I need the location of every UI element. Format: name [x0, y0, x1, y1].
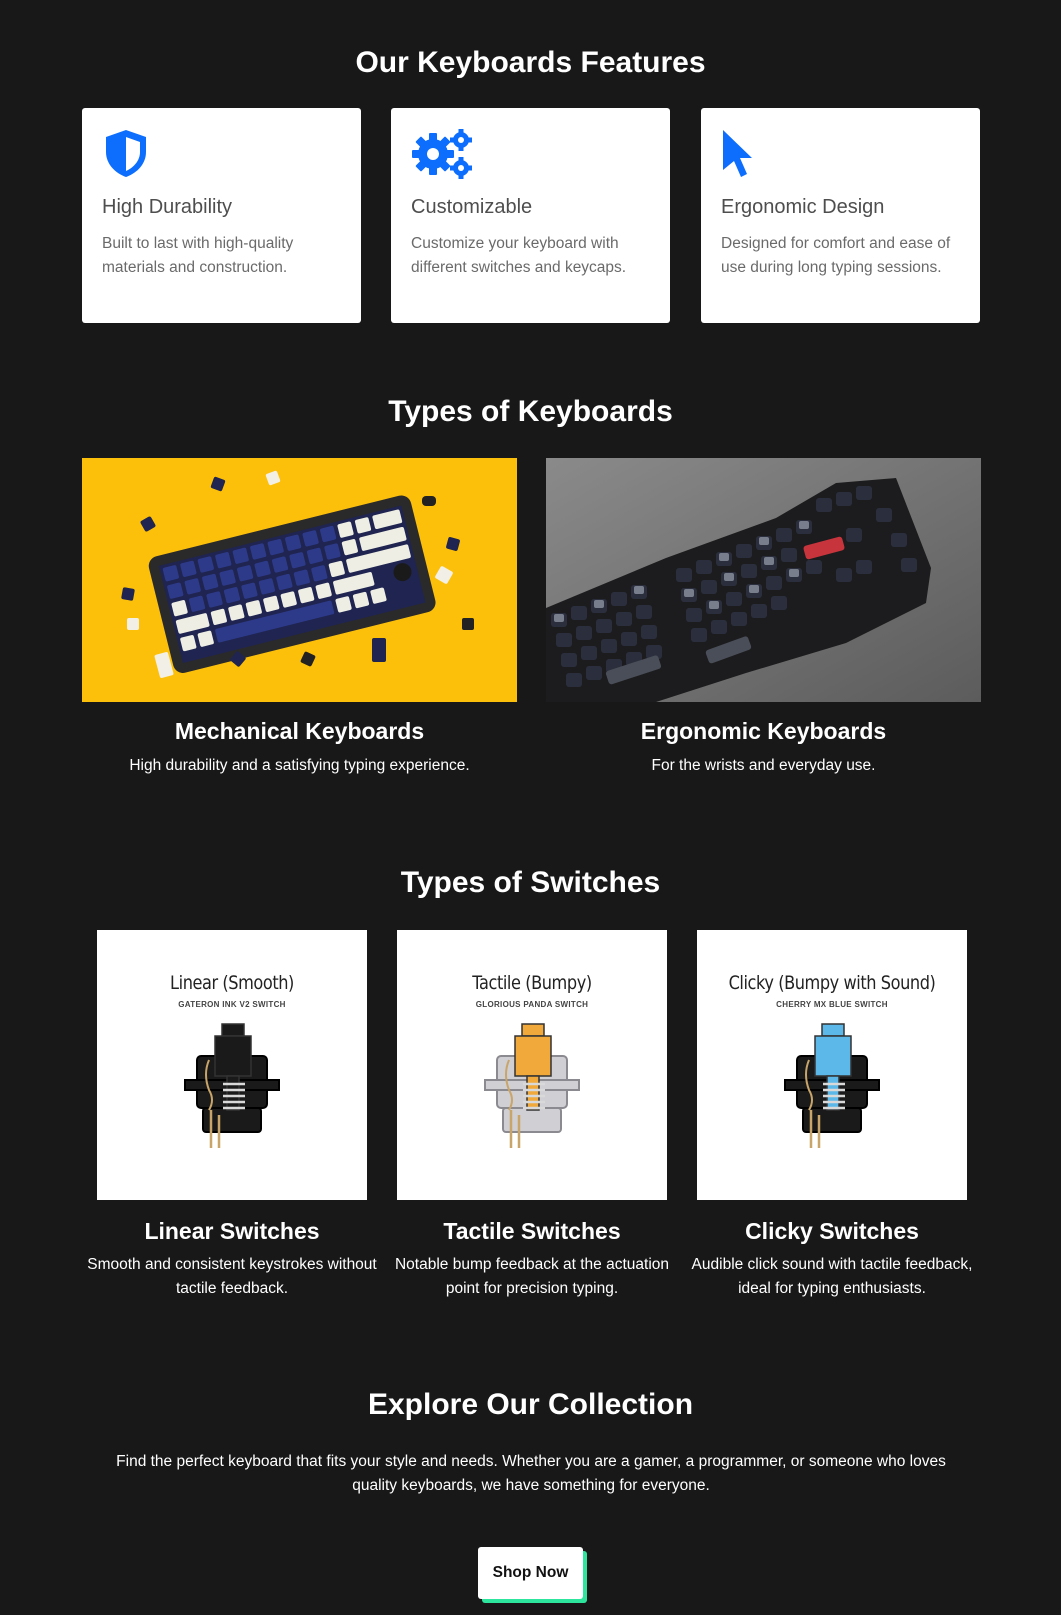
switch-card-tactile: Tactile (Bumpy) GLORIOUS PANDA SWITCH Ta… — [382, 930, 682, 1301]
keyboard-card-ergonomic: Ergonomic Keyboards For the wrists and e… — [546, 458, 981, 777]
keyboard-card-mechanical: Mechanical Keyboards High durability and… — [82, 458, 517, 777]
switch-image-title: Tactile (Bumpy) — [472, 972, 592, 994]
shop-now-button[interactable]: Shop Now — [478, 1547, 583, 1599]
linear-switch-image: Linear (Smooth) GATERON INK V2 SWITCH — [97, 930, 367, 1200]
switch-image-subtitle: CHERRY MX BLUE SWITCH — [776, 1000, 888, 1009]
switch-title: Linear Switches — [144, 1218, 320, 1244]
feature-card-customizable: Customizable Customize your keyboard wit… — [391, 108, 670, 323]
collection-text: Find the perfect keyboard that fits your… — [116, 1453, 946, 1494]
feature-text: Customize your keyboard with different s… — [411, 235, 627, 276]
keyboard-type-text: For the wrists and everyday use. — [651, 757, 876, 774]
switch-text: Notable bump feedback at the actuation p… — [394, 1256, 670, 1297]
switches-title: Types of Switches — [400, 866, 661, 899]
switch-image-title: Linear (Smooth) — [170, 972, 294, 994]
ergonomic-keyboard-image — [546, 458, 981, 702]
feature-title: Ergonomic Design — [721, 196, 885, 218]
switch-text: Smooth and consistent keystrokes without… — [87, 1256, 377, 1297]
switch-diagram — [484, 1023, 580, 1148]
switch-card-clicky: Clicky (Bumpy with Sound) CHERRY MX BLUE… — [682, 930, 982, 1301]
feature-text: Designed for comfort and ease of use dur… — [721, 235, 951, 276]
keyboards-title: Types of Keyboards — [388, 395, 673, 428]
feature-card-ergonomic: Ergonomic Design Designed for comfort an… — [701, 108, 980, 323]
keyboard-type-title: Mechanical Keyboards — [174, 718, 425, 744]
feature-title: Customizable — [411, 196, 533, 218]
feature-text: Built to last with high-quality material… — [102, 235, 294, 276]
switch-diagram — [784, 1023, 880, 1148]
switch-title: Clicky Switches — [745, 1218, 919, 1244]
feature-title: High Durability — [102, 196, 233, 218]
switch-image-subtitle: GATERON INK V2 SWITCH — [178, 1000, 286, 1009]
shield-icon — [106, 130, 146, 177]
keyboard-type-title: Ergonomic Keyboards — [640, 718, 887, 744]
clicky-switch-image: Clicky (Bumpy with Sound) CHERRY MX BLUE… — [697, 930, 967, 1200]
switch-text: Audible click sound with tactile feedbac… — [691, 1256, 973, 1297]
keyboard-type-text: High durability and a satisfying typing … — [129, 757, 470, 774]
gears-icon — [412, 129, 472, 179]
switch-image-subtitle: GLORIOUS PANDA SWITCH — [475, 1000, 589, 1009]
switch-title: Tactile Switches — [443, 1218, 621, 1244]
switch-diagram — [184, 1023, 280, 1148]
switch-image-title: Clicky (Bumpy with Sound) — [728, 972, 936, 994]
mechanical-keyboard-image — [82, 458, 517, 702]
feature-card-durability: High Durability Built to last with high-… — [82, 108, 361, 323]
tactile-switch-image: Tactile (Bumpy) GLORIOUS PANDA SWITCH — [397, 930, 667, 1200]
pointer-icon — [723, 130, 752, 177]
features-title: Our Keyboards Features — [355, 46, 706, 79]
collection-title: Explore Our Collection — [367, 1388, 694, 1421]
switch-card-linear: Linear (Smooth) GATERON INK V2 SWITCH Li… — [82, 930, 382, 1301]
